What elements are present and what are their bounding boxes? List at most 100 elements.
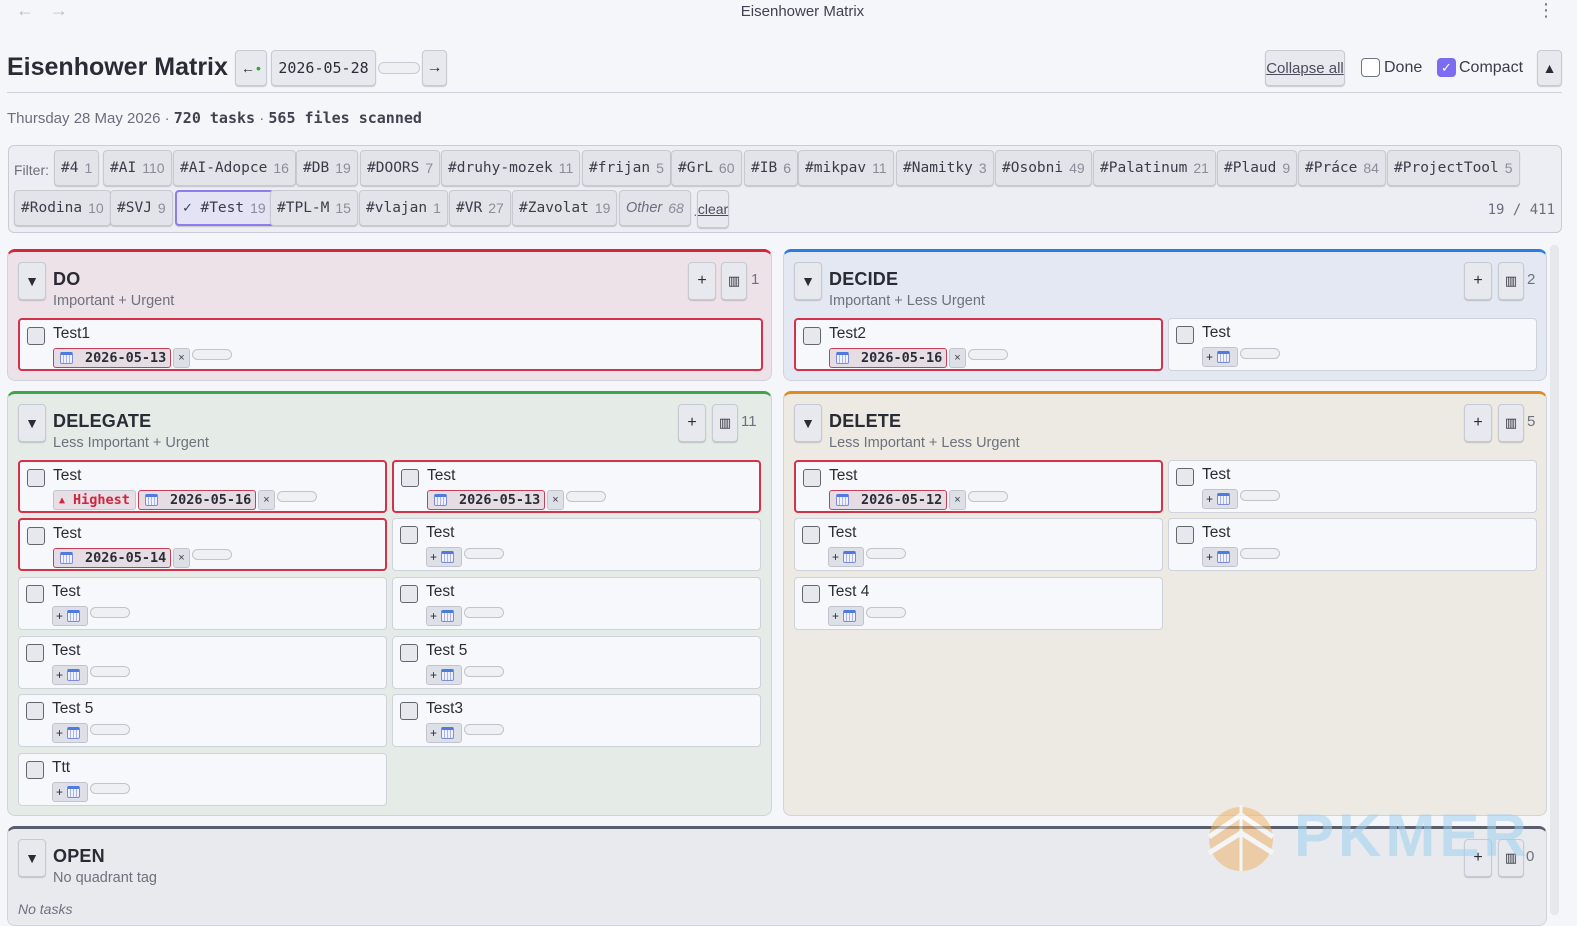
- date-input-pill[interactable]: [191, 348, 232, 360]
- scroll-top-button[interactable]: ▲: [1537, 50, 1562, 86]
- remove-date-button[interactable]: ×: [949, 348, 966, 368]
- filter-chip[interactable]: Other 68: [619, 190, 691, 226]
- task-checkbox[interactable]: [1176, 326, 1194, 344]
- task-card[interactable]: Test 2026-05-14 ×: [18, 518, 387, 571]
- remove-date-button[interactable]: ×: [173, 348, 190, 368]
- task-card[interactable]: Ttt +: [18, 753, 387, 806]
- collapse-all-button[interactable]: Collapse all: [1265, 50, 1345, 86]
- filter-chip[interactable]: #mikpav 11: [798, 150, 894, 186]
- filter-chip[interactable]: ✓ #Test 19: [175, 190, 274, 226]
- add-date-button[interactable]: +: [52, 665, 89, 685]
- due-date-badge[interactable]: 2026-05-13: [427, 490, 546, 510]
- task-checkbox[interactable]: [26, 585, 44, 603]
- filter-chip[interactable]: #AI 110: [103, 150, 172, 186]
- filter-chip[interactable]: #SVJ 9: [110, 190, 173, 226]
- compact-checkbox[interactable]: ✓: [1437, 58, 1456, 77]
- filter-chip[interactable]: #Osobni 49: [995, 150, 1092, 186]
- task-checkbox[interactable]: [400, 702, 418, 720]
- task-card[interactable]: Test +: [392, 577, 761, 630]
- date-input-pill[interactable]: [866, 606, 907, 618]
- date-input-pill[interactable]: [191, 548, 232, 560]
- previous-day-button[interactable]: ← •: [235, 50, 267, 86]
- task-card[interactable]: Test 2026-05-12 ×: [794, 460, 1163, 513]
- task-card[interactable]: Test +: [1168, 518, 1537, 571]
- filter-chip[interactable]: #GrL 60: [671, 150, 742, 186]
- add-date-button[interactable]: +: [52, 782, 89, 802]
- task-card[interactable]: Test +: [794, 518, 1163, 571]
- filter-chip[interactable]: #DB 19: [296, 150, 358, 186]
- due-date-badge[interactable]: 2026-05-16: [829, 348, 948, 368]
- board-icon[interactable]: ▥: [1498, 262, 1524, 300]
- scrollbar[interactable]: [1550, 245, 1559, 915]
- filter-chip[interactable]: #DOORS 7: [360, 150, 441, 186]
- due-date-badge[interactable]: 2026-05-14: [53, 548, 172, 568]
- task-checkbox[interactable]: [401, 469, 419, 487]
- add-task-button[interactable]: +: [688, 262, 716, 300]
- add-date-button[interactable]: +: [828, 606, 865, 626]
- add-date-button[interactable]: +: [1202, 547, 1239, 567]
- due-date-badge[interactable]: 2026-05-12: [829, 490, 948, 510]
- done-checkbox[interactable]: [1361, 58, 1380, 77]
- due-date-badge[interactable]: 2026-05-13: [53, 348, 172, 368]
- remove-date-button[interactable]: ×: [949, 490, 966, 510]
- task-card[interactable]: Test2 2026-05-16 ×: [794, 318, 1163, 371]
- task-checkbox[interactable]: [27, 469, 45, 487]
- date-input-pill[interactable]: [464, 547, 505, 559]
- filter-chip[interactable]: #druhy-mozek 11: [441, 150, 581, 186]
- date-input-pill[interactable]: [565, 490, 606, 502]
- add-date-button[interactable]: +: [52, 723, 89, 743]
- date-input-pill[interactable]: [1240, 347, 1281, 359]
- task-card[interactable]: Test +: [1168, 460, 1537, 513]
- filter-chip[interactable]: #ProjectTool 5: [1387, 150, 1520, 186]
- add-date-button[interactable]: +: [426, 723, 463, 743]
- filter-chip[interactable]: #TPL-M 15: [270, 190, 358, 226]
- remove-date-button[interactable]: ×: [258, 490, 275, 510]
- date-input-pill[interactable]: [90, 665, 131, 677]
- date-button[interactable]: 2026-05-28: [271, 50, 376, 86]
- task-checkbox[interactable]: [26, 761, 44, 779]
- more-options-icon[interactable]: ⋮: [1537, 0, 1555, 21]
- date-input-pill[interactable]: [90, 723, 131, 735]
- remove-date-button[interactable]: ×: [173, 548, 190, 568]
- date-input-pill[interactable]: [1240, 489, 1281, 501]
- date-input-pill[interactable]: [967, 348, 1008, 360]
- task-checkbox[interactable]: [27, 527, 45, 545]
- add-date-button[interactable]: +: [426, 547, 463, 567]
- task-card[interactable]: Test1 2026-05-13 ×: [18, 318, 763, 371]
- add-task-button[interactable]: +: [1464, 404, 1492, 442]
- task-checkbox[interactable]: [400, 585, 418, 603]
- date-input-pill[interactable]: [90, 782, 131, 794]
- filter-chip[interactable]: #4 1: [54, 150, 100, 186]
- filter-chip[interactable]: #Palatinum 21: [1093, 150, 1216, 186]
- task-checkbox[interactable]: [400, 526, 418, 544]
- board-icon[interactable]: ▥: [721, 262, 747, 300]
- board-icon[interactable]: ▥: [712, 404, 738, 442]
- add-date-button[interactable]: +: [426, 665, 463, 685]
- task-card[interactable]: Test 5 +: [18, 694, 387, 747]
- clear-filter-button[interactable]: clear: [697, 190, 729, 228]
- priority-badge[interactable]: ▲ Highest: [53, 490, 136, 510]
- task-card[interactable]: Test +: [18, 577, 387, 630]
- task-card[interactable]: Test +: [392, 518, 761, 571]
- task-checkbox[interactable]: [802, 585, 820, 603]
- filter-chip[interactable]: #Zavolat 19: [512, 190, 618, 226]
- collapse-toggle-open[interactable]: ▼: [18, 839, 46, 877]
- task-checkbox[interactable]: [803, 327, 821, 345]
- filter-chip[interactable]: #Práce 84: [1298, 150, 1386, 186]
- date-input-pill[interactable]: [90, 606, 131, 618]
- remove-date-button[interactable]: ×: [547, 490, 564, 510]
- filter-chip[interactable]: #VR 27: [449, 190, 511, 226]
- board-icon[interactable]: ▥: [1498, 404, 1524, 442]
- task-checkbox[interactable]: [802, 526, 820, 544]
- task-checkbox[interactable]: [26, 644, 44, 662]
- task-card[interactable]: Test +: [18, 636, 387, 689]
- add-date-button[interactable]: +: [1202, 489, 1239, 509]
- date-input-pill[interactable]: [967, 490, 1008, 502]
- date-input-pill[interactable]: [464, 665, 505, 677]
- filter-chip[interactable]: #Namitky 3: [896, 150, 994, 186]
- filter-chip[interactable]: #Plaud 9: [1217, 150, 1298, 186]
- add-date-button[interactable]: +: [426, 606, 463, 626]
- task-card[interactable]: Test 5 +: [392, 636, 761, 689]
- task-card[interactable]: Test3 +: [392, 694, 761, 747]
- filter-chip[interactable]: #frijan 5: [582, 150, 671, 186]
